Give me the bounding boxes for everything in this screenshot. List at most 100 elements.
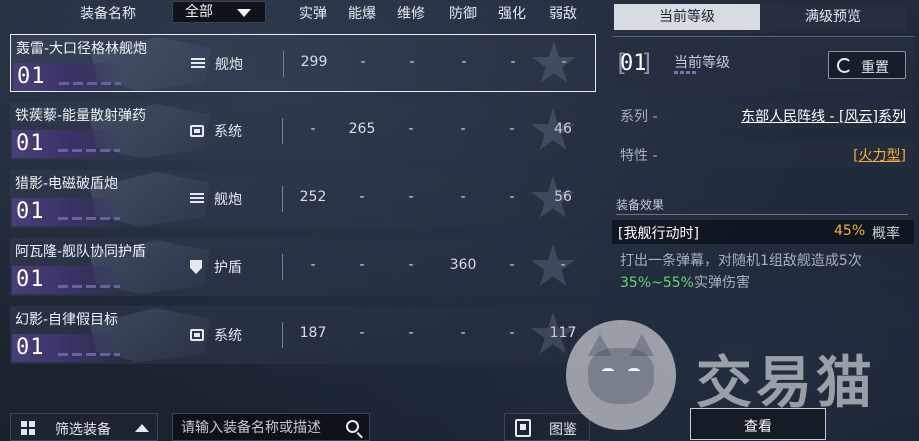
equipment-name: 猎影-电磁破盾炮: [15, 176, 119, 192]
stat-value: -: [310, 121, 316, 137]
divider: [282, 254, 283, 280]
equipment-type: 护盾: [214, 260, 242, 276]
effect-desc-suffix: 实弹伤害: [693, 275, 750, 291]
search-icon[interactable]: [346, 420, 359, 433]
equipment-level: 01: [16, 335, 45, 360]
reset-icon: [837, 58, 852, 73]
column-header-weak-enemy[interactable]: 弱敌: [543, 3, 583, 23]
effect-desc-text: 打出一条弹幕，对随机1组敌舰造成5次: [620, 253, 862, 269]
stat-value: -: [460, 325, 466, 341]
stat-value: 265: [348, 121, 376, 137]
atlas-button[interactable]: 图鉴: [504, 413, 590, 441]
trait-link[interactable]: [火力型]: [853, 145, 906, 165]
trait-row: 特性 - [火力型]: [612, 141, 914, 167]
effect-condition-bar: [我舰行动时] 45% 概率: [612, 220, 914, 244]
stat-value: -: [360, 54, 366, 70]
level-dashes: [59, 82, 121, 85]
equipment-level: 01: [17, 64, 46, 89]
column-header-energy[interactable]: 能爆: [342, 3, 382, 23]
divider: [616, 214, 908, 215]
stat-value: -: [460, 189, 466, 205]
stat-value: 360: [449, 257, 477, 273]
divider: [282, 322, 283, 348]
reset-label: 重置: [861, 60, 889, 76]
stat-value: -: [409, 54, 415, 70]
series-row: 系列 - 东部人民阵线 - [风云]系列: [612, 102, 914, 128]
equipment-row[interactable]: 铁蒺藜-能量散射弹药 01 系统 -265- - -46: [10, 102, 596, 160]
stat-value: 252: [299, 189, 327, 205]
filter-equipment-label: 筛选装备: [55, 422, 111, 438]
effect-title: 装备效果: [616, 198, 665, 212]
grid-icon: [21, 421, 35, 435]
equipment-type: 舰炮: [215, 57, 243, 73]
column-header-defense[interactable]: 防御: [443, 3, 483, 23]
stat-value: 187: [299, 325, 327, 341]
effect-percent: 45%: [834, 223, 866, 239]
effect-probability-label: 概率: [872, 226, 900, 242]
search-input[interactable]: [181, 418, 341, 438]
screen-icon: [190, 329, 204, 341]
stat-value: -: [359, 189, 365, 205]
stat-value: -: [408, 257, 414, 273]
stat-value: -: [359, 257, 365, 273]
equipment-name: 铁蒺藜-能量散射弹药: [15, 108, 147, 124]
category-filter-value: 全部: [185, 4, 213, 20]
filter-equipment-button[interactable]: 筛选装备: [10, 413, 158, 441]
stat-value: -: [359, 325, 365, 341]
equipment-name: 幻影-自律假目标: [15, 312, 119, 328]
category-filter-dropdown[interactable]: 全部: [172, 1, 266, 23]
equipment-level: 01: [16, 267, 45, 292]
series-link[interactable]: 东部人民阵线 - [风云]系列: [741, 106, 906, 126]
equipment-type: 系统: [214, 124, 242, 140]
search-box: [172, 413, 370, 441]
current-level-label: 当前等级: [674, 55, 730, 71]
stat-value: -: [460, 121, 466, 137]
stat-value: -: [408, 189, 414, 205]
equipment-row[interactable]: 幻影-自律假目标 01 系统 187- - - -117: [10, 306, 596, 364]
stat-value: -: [408, 121, 414, 137]
level-progress-dashes: [674, 71, 698, 74]
level-dashes: [58, 353, 120, 356]
book-icon: [515, 419, 531, 437]
level-dashes: [58, 285, 120, 288]
column-header-live-ammo[interactable]: 实弹: [293, 3, 333, 23]
view-button[interactable]: 查看: [690, 408, 826, 440]
current-level-number: 01: [614, 49, 654, 77]
equipment-row[interactable]: 轰雷-大口径格林舰炮 01 舰炮 299- - - - -: [10, 34, 596, 92]
stat-value: -: [509, 325, 515, 341]
column-header-enhance[interactable]: 强化: [492, 3, 532, 23]
level-dashes: [58, 149, 120, 152]
divider: [282, 186, 283, 212]
equipment-type: 系统: [214, 328, 242, 344]
column-header-name: 装备名称: [80, 6, 136, 22]
atlas-label: 图鉴: [549, 422, 577, 438]
detail-tabs: 当前等级 满级预览: [614, 4, 912, 30]
stat-value: -: [509, 121, 515, 137]
stat-value: -: [509, 257, 515, 273]
stat-value: 299: [300, 54, 328, 70]
equipment-row[interactable]: 猎影-电磁破盾炮 01 舰炮 252- - - -56: [10, 170, 596, 228]
effect-desc-range: 35%~55%: [620, 275, 694, 291]
stat-value: -: [461, 54, 467, 70]
level-dashes: [58, 217, 120, 220]
list-icon: [191, 58, 205, 68]
reset-button[interactable]: 重置: [828, 51, 906, 79]
column-header-repair[interactable]: 维修: [391, 3, 431, 23]
trait-key: 特性 -: [620, 148, 658, 164]
equipment-name: 阿瓦隆-舰队协同护盾: [15, 244, 147, 260]
series-key: 系列 -: [620, 109, 658, 125]
stat-value: -: [510, 54, 516, 70]
tab-current-level[interactable]: 当前等级: [614, 4, 760, 30]
divider: [283, 51, 284, 77]
equipment-row[interactable]: 阿瓦隆-舰队协同护盾 01 护盾 - - -360- -: [10, 238, 596, 296]
equipment-name: 轰雷-大口径格林舰炮: [16, 41, 148, 57]
divider: [282, 118, 283, 144]
chevron-down-icon: [237, 9, 251, 17]
effect-description: 打出一条弹幕，对随机1组敌舰造成5次 35%~55%实弹伤害: [620, 250, 910, 294]
equipment-level: 01: [16, 131, 45, 156]
equipment-type: 舰炮: [214, 192, 242, 208]
screen-icon: [190, 125, 204, 137]
tab-max-level-preview[interactable]: 满级预览: [760, 4, 906, 30]
effect-condition: [我舰行动时]: [618, 226, 699, 242]
chevron-up-icon: [135, 424, 149, 432]
